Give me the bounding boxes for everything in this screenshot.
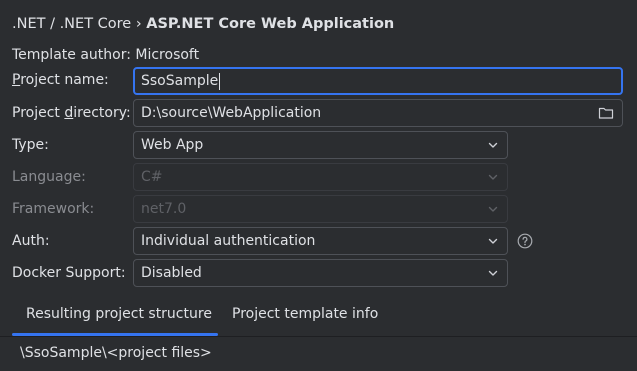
result-structure-path: \SsoSample\<project files> [20,345,212,361]
project-directory-label-pre: Project [12,105,65,121]
project-name-value: SsoSample [141,73,219,89]
tab-resulting-project-structure[interactable]: Resulting project structure [26,306,212,322]
type-label: Type: [12,137,49,153]
chevron-down-icon [488,270,498,276]
tab-project-template-info[interactable]: Project template info [232,306,378,322]
template-breadcrumb: .NET / .NET Core › ASP.NET Core Web Appl… [12,16,394,32]
project-directory-input[interactable]: D:\source\WebApplication [133,99,623,127]
project-name-mnemonic: P [12,72,21,88]
project-directory-value: D:\source\WebApplication [141,105,322,121]
new-project-dialog: .NET / .NET Core › ASP.NET Core Web Appl… [0,0,637,371]
folder-icon[interactable] [598,105,614,121]
project-name-label-text: roject name: [20,72,109,88]
chevron-down-icon [488,238,498,244]
auth-label: Auth: [12,233,50,249]
project-directory-mnemonic: d [64,105,74,121]
language-dropdown: C# [133,163,508,191]
project-directory-label-text: irectory: [73,105,131,121]
project-name-input[interactable]: SsoSample [133,67,623,95]
template-author: Template author: Microsoft [12,47,200,63]
auth-dropdown[interactable]: Individual authentication [133,227,508,255]
breadcrumb-template: ASP.NET Core Web Application [146,16,395,32]
framework-label: Framework: [12,201,95,217]
info-tabs: Resulting project structure Project temp… [12,296,612,336]
breadcrumb-category: .NET / .NET Core [12,16,132,32]
auth-value: Individual authentication [141,233,316,249]
help-icon[interactable] [517,233,533,249]
type-value: Web App [141,137,204,153]
chevron-down-icon [488,174,498,180]
language-value: C# [141,169,163,185]
docker-support-value: Disabled [141,265,202,281]
docker-support-dropdown[interactable]: Disabled [133,259,508,287]
type-dropdown[interactable]: Web App [133,131,508,159]
project-directory-label: Project directory: [12,105,131,121]
language-label: Language: [12,169,86,185]
breadcrumb-separator: › [135,16,142,32]
text-caret [219,72,221,90]
framework-dropdown: net7.0 [133,195,508,223]
chevron-down-icon [488,142,498,148]
chevron-down-icon [488,206,498,212]
project-name-label: Project name: [12,72,109,88]
framework-value: net7.0 [141,201,187,217]
docker-support-label: Docker Support: [12,265,126,281]
result-structure-panel: \SsoSample\<project files> [0,337,637,371]
